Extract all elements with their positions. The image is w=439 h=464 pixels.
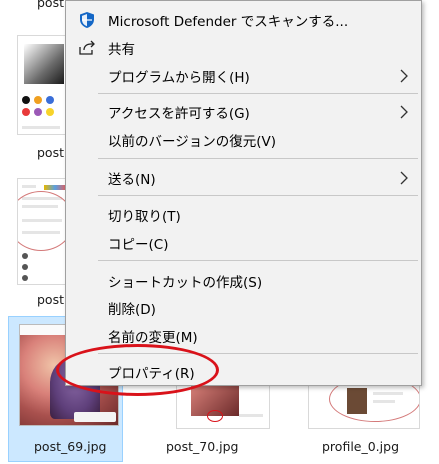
menu-item-label: 共有 xyxy=(108,42,135,58)
menu-item-label: 以前のバージョンの復元(V) xyxy=(108,134,276,150)
menu-separator xyxy=(98,93,418,94)
menu-item-restore-previous[interactable]: 以前のバージョンの復元(V) xyxy=(66,126,421,154)
file-thumbnail[interactable] xyxy=(308,384,420,429)
file-thumbnail[interactable] xyxy=(17,178,67,285)
menu-item-create-shortcut[interactable]: ショートカットの作成(S) xyxy=(66,267,421,295)
chevron-right-icon xyxy=(397,105,411,119)
menu-item-send-to[interactable]: 送る(N) xyxy=(66,164,421,192)
menu-item-label: 名前の変更(M) xyxy=(108,330,198,346)
menu-item-label: コピー(C) xyxy=(108,237,169,253)
context-menu: Microsoft Defender でスキャンする... 共有 プログラムから… xyxy=(65,0,422,386)
menu-item-open-with[interactable]: プログラムから開く(H) xyxy=(66,62,421,90)
file-label[interactable]: post_70.jpg xyxy=(166,439,238,454)
menu-item-properties[interactable]: プロパティ(R) xyxy=(66,358,421,386)
menu-item-defender-scan[interactable]: Microsoft Defender でスキャンする... xyxy=(66,6,421,34)
file-label[interactable]: post xyxy=(37,145,64,160)
chevron-right-icon xyxy=(397,69,411,83)
menu-item-delete[interactable]: 削除(D) xyxy=(66,294,421,322)
menu-item-label: プログラムから開く(H) xyxy=(108,70,250,86)
menu-item-give-access[interactable]: アクセスを許可する(G) xyxy=(66,98,421,126)
menu-item-label: アクセスを許可する(G) xyxy=(108,106,250,122)
menu-item-cut[interactable]: 切り取り(T) xyxy=(66,201,421,229)
menu-separator xyxy=(98,158,418,159)
menu-item-rename[interactable]: 名前の変更(M) xyxy=(66,322,421,350)
menu-item-label: 切り取り(T) xyxy=(108,209,181,225)
menu-item-label: 削除(D) xyxy=(108,302,156,318)
share-icon xyxy=(78,39,96,57)
file-label[interactable]: profile_0.jpg xyxy=(322,439,399,454)
menu-item-label: 送る(N) xyxy=(108,172,156,188)
menu-separator xyxy=(98,260,418,261)
file-thumbnail[interactable] xyxy=(176,384,270,429)
menu-item-label: プロパティ(R) xyxy=(108,366,195,382)
file-label[interactable]: post_69.jpg xyxy=(34,439,106,454)
menu-item-label: Microsoft Defender でスキャンする... xyxy=(108,14,349,30)
menu-separator xyxy=(98,353,418,354)
defender-shield-icon xyxy=(78,11,96,29)
menu-separator xyxy=(98,195,418,196)
file-thumbnail[interactable] xyxy=(17,35,67,135)
chevron-right-icon xyxy=(397,171,411,185)
menu-item-label: ショートカットの作成(S) xyxy=(108,275,263,291)
file-label[interactable]: post xyxy=(37,0,64,10)
file-label[interactable]: post xyxy=(37,292,64,307)
menu-item-share[interactable]: 共有 xyxy=(66,34,421,62)
menu-item-copy[interactable]: コピー(C) xyxy=(66,229,421,257)
